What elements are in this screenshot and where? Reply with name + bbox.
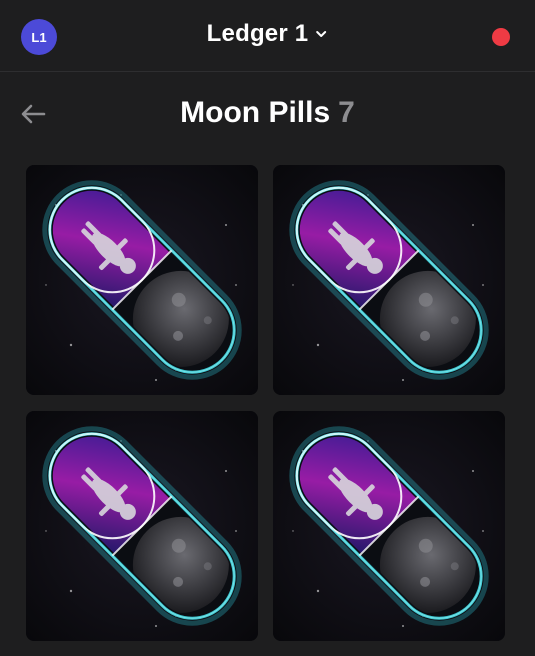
chevron-down-icon <box>316 31 327 37</box>
moon-pill-image <box>26 165 258 395</box>
nft-card[interactable] <box>273 411 505 641</box>
moon-pill-image <box>273 165 505 395</box>
moon-pill-image <box>26 411 258 641</box>
nft-card[interactable] <box>26 411 258 641</box>
collection-name: Moon Pills <box>180 96 331 129</box>
top-bar: L1 Ledger 1 <box>0 0 535 72</box>
app-window: L1 Ledger 1 Moon Pills 7 <box>0 0 535 656</box>
page-title: Moon Pills 7 <box>0 96 535 130</box>
collection-header: Moon Pills 7 <box>0 72 535 158</box>
wallet-selector[interactable]: Ledger 1 <box>207 20 329 48</box>
collection-count: 7 <box>338 96 355 129</box>
nft-grid <box>26 165 506 641</box>
wallet-name: Ledger 1 <box>206 20 309 47</box>
connection-status-dot[interactable] <box>492 28 510 46</box>
moon-pill-image <box>273 411 505 641</box>
account-avatar[interactable]: L1 <box>21 19 57 55</box>
nft-card[interactable] <box>26 165 258 395</box>
nft-card[interactable] <box>273 165 505 395</box>
avatar-initials: L1 <box>31 29 47 45</box>
